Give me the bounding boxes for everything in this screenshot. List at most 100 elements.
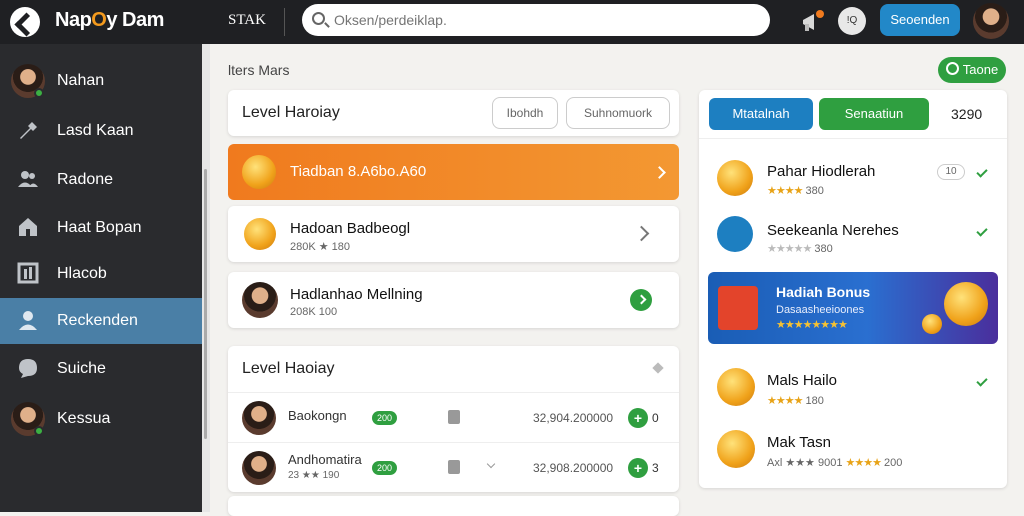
list-item[interactable]: Hadoan Badbeogl 280K ★ 180 [228,206,679,262]
stak-label[interactable]: STAK [228,12,266,29]
item-title: Mals Hailo [767,372,838,389]
check-icon[interactable] [976,225,988,237]
banner-subtitle: Dasaasheeioones [776,304,865,316]
top-action-button[interactable]: Seoenden [880,4,960,36]
row-title: Hadoan Badbeogl [290,220,411,237]
item-score: 200 [884,457,903,469]
sidebar-item-haat-bopan[interactable]: Haat Bopan [0,205,202,251]
divider [699,138,1007,139]
avatar [242,282,278,318]
sidebar-item-hlacob[interactable]: Hlacob [0,251,202,297]
count-label: 3290 [951,106,983,122]
level-action-button-1[interactable]: Ibohdh [492,97,558,129]
coin-icon [922,314,942,334]
megaphone-icon[interactable] [800,9,826,35]
breadcrumb: lters Mars [228,62,290,78]
online-status-dot [34,426,44,436]
card-title: Level Haroiay [242,104,340,121]
check-icon[interactable] [976,375,988,387]
home-icon [19,218,37,236]
list-item[interactable]: Hadlanhao Mellning 208K 100 [228,272,679,328]
level-action-button-2[interactable]: Suhnomuork [566,97,670,129]
search-input[interactable] [334,10,754,30]
character-icon [717,430,755,468]
chevron-right-icon[interactable] [653,166,666,179]
avatar [242,401,276,435]
sidebar-item-label: Reckenden [57,312,138,329]
brand-name[interactable]: NapOy Dam [55,9,164,32]
item-title: Seekeanla Nerehes [767,222,899,239]
search-bar[interactable] [302,4,770,36]
dice-icon [717,216,753,252]
right-panel: Mtatalnah Senaatiun 3290 Pahar Hiodlerah… [699,90,1007,488]
row-subtitle: 23 ★★ 190 [288,470,340,481]
chat-icon [19,359,37,378]
gold-medal-icon [717,368,755,406]
star-rating: ★★★★ [845,457,882,469]
chevron-down-icon[interactable] [486,459,496,469]
star-rating: ★★★★ [767,185,803,197]
sidebar-item-label: Kessua [57,410,111,427]
row-count: 3 [652,461,659,475]
highlight-row[interactable]: Tiadban 8.A6bo.A60 [228,144,876,200]
row-subtitle: 280K ★ 180 [290,241,351,253]
sidebar-item-radone[interactable]: Radone [0,157,202,203]
check-circle-icon[interactable] [630,289,652,311]
item-score: 180 [805,395,824,407]
item-score: 380 [805,185,824,197]
highlight-title: Tiadban 8.A6bo.A60 [290,163,427,180]
chevron-right-icon[interactable] [633,225,650,242]
app-logo-icon[interactable] [10,7,40,37]
row-subtitle: 208K 100 [290,306,338,318]
count-pill: 10 [937,164,965,180]
sidebar-item-suiche[interactable]: Suiche [0,346,202,392]
item-score: 380 [814,243,833,255]
sidebar-item-label: Lasd Kaan [57,122,134,139]
online-status-dot [34,88,44,98]
grid-icon [17,262,39,284]
sidebar-item-label: Radone [57,171,114,188]
help-button[interactable]: !Q [838,7,866,35]
item-prefix: Axl ★★★ 9001 [767,457,843,469]
green-badge: 200 [372,461,398,475]
green-badge: 200 [372,411,398,425]
sidebar-item-nahan[interactable]: Nahan [0,58,202,104]
row-value: 32,908.200000 [533,461,614,475]
sidebar-item-reckenden[interactable]: Reckenden [0,298,202,344]
row-title: Hadlanhao Mellning [290,286,423,303]
sidebar-item-label: Nahan [57,72,105,89]
top-bar: NapOy Dam STAK !Q Seoenden [0,0,1024,44]
user-avatar[interactable] [973,3,1009,39]
device-icon [448,410,460,424]
blue-action-button[interactable]: Mtatalnah [709,98,813,130]
sidebar-item-label: Hlacob [57,265,107,282]
device-icon [448,460,460,474]
bonus-banner[interactable]: Hadiah Bonus Dasaasheeioones ★★★★★★★★ [708,272,998,344]
table-row[interactable]: Andhomatira 23 ★★ 190 200 32,908.200000 … [228,442,679,492]
row-count: 0 [652,411,659,425]
filter-pill[interactable]: Taone [938,57,1006,83]
green-action-button[interactable]: Senaatiun [819,98,929,130]
row-value: 32,904.200000 [533,411,614,425]
add-button[interactable]: + [628,458,648,478]
check-icon[interactable] [976,166,988,178]
list-item-partial[interactable] [228,496,679,516]
avatar [242,451,276,485]
sidebar-item-label: Suiche [57,360,106,377]
sidebar-item-kessua[interactable]: Kessua [0,396,202,442]
sidebar-item-label: Haat Bopan [57,219,142,236]
item-title: Mak Tasn [767,434,831,451]
pin-icon[interactable] [652,362,664,374]
table-row[interactable]: Baokongn 200 32,904.200000 + 0 [228,392,679,442]
sidebar-scrollbar[interactable] [202,44,210,512]
sidebar-item-lasd-kaan[interactable]: Lasd Kaan [0,108,202,154]
star-rating: ★★★★★★★★ [776,319,848,331]
add-button[interactable]: + [628,408,648,428]
cookie-icon [244,218,276,250]
sidebar: Nahan Lasd Kaan Radone Haat Bopan Hlacob… [0,44,202,512]
level-card: Level Haroiay Ibohdh Suhnomuork [228,90,679,136]
star-rating: ★★★★★ [767,243,812,255]
search-icon [312,12,325,25]
coin-stack-icon [944,282,988,326]
gift-box-icon [717,160,753,196]
